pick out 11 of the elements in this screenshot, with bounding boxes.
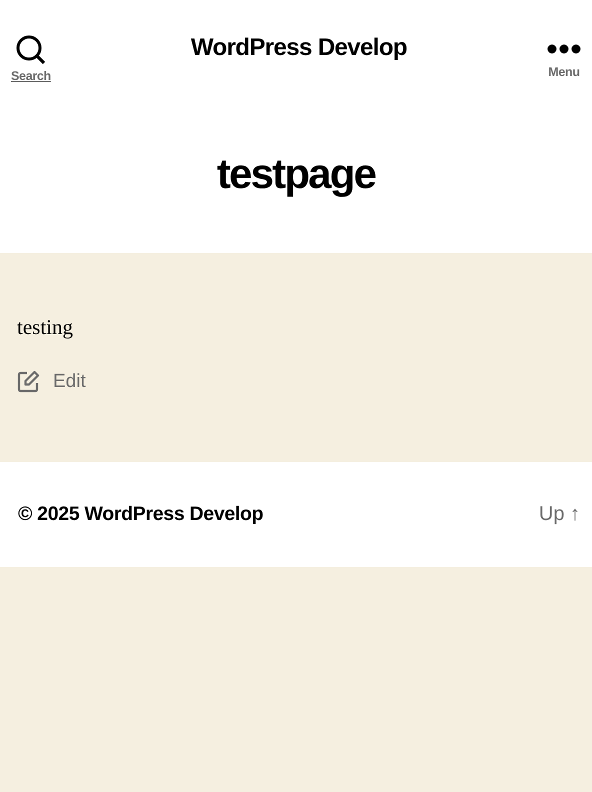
copyright-text: © 2025 WordPress Develop xyxy=(18,503,264,526)
site-title[interactable]: WordPress Develop xyxy=(190,34,407,62)
search-button[interactable]: Search xyxy=(11,0,51,83)
menu-button[interactable]: Menu xyxy=(546,0,581,79)
edit-icon xyxy=(17,370,40,393)
menu-icon xyxy=(546,44,581,54)
back-to-top-link[interactable]: Up ↑ xyxy=(538,503,580,526)
edit-link[interactable]: Edit xyxy=(17,370,86,393)
body-text: testing xyxy=(17,315,74,340)
page-title: testpage xyxy=(216,150,376,199)
search-icon xyxy=(16,35,46,65)
